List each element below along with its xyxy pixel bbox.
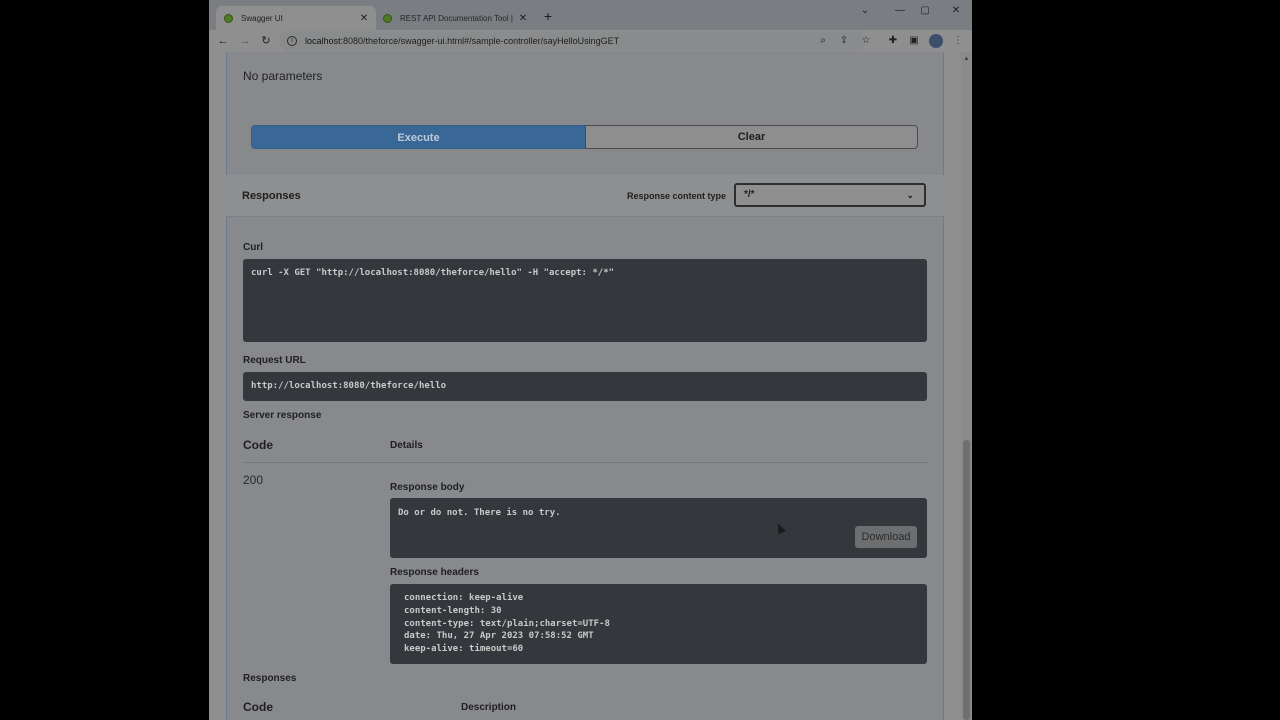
curl-label: Curl — [243, 242, 263, 253]
response-headers-label: Response headers — [390, 567, 479, 578]
response-body-text: Do or do not. There is no try. — [398, 508, 561, 518]
server-response-label: Server response — [243, 410, 322, 421]
menu-kebab-icon[interactable]: ⋮ — [950, 33, 966, 49]
divider — [243, 462, 927, 463]
minimize-icon[interactable]: — — [889, 3, 911, 19]
close-window-icon[interactable]: ✕ — [945, 3, 967, 19]
request-url-value: http://localhost:8080/theforce/hello — [251, 381, 447, 391]
status-code: 200 — [243, 473, 264, 487]
request-url-label: Request URL — [243, 355, 306, 366]
tab-title: REST API Documentation Tool | S — [400, 13, 515, 23]
profile-avatar-icon[interactable] — [929, 34, 943, 48]
curl-command: curl -X GET "http://localhost:8080/thefo… — [251, 268, 615, 278]
execute-button[interactable]: Execute — [251, 125, 586, 149]
share-icon[interactable]: ⇪ — [836, 33, 852, 49]
reload-icon[interactable]: ↻ — [257, 32, 275, 50]
response-body-block[interactable]: Do or do not. There is no try. Download — [390, 498, 927, 558]
zoom-icon[interactable]: ⌕ — [815, 33, 831, 49]
responses-section-label: Responses — [243, 673, 297, 684]
code-column-header: Code — [243, 438, 273, 452]
curl-code-block[interactable]: curl -X GET "http://localhost:8080/thefo… — [243, 259, 927, 342]
tab-swagger-ui[interactable]: Swagger UI ✕ — [216, 6, 376, 30]
swagger-favicon-icon — [383, 13, 392, 23]
code-column-header: Code — [243, 700, 273, 714]
browser-toolbar: ← → ↻ i localhost:8080/theforce/swagger-… — [209, 30, 972, 52]
download-button[interactable]: Download — [855, 526, 917, 548]
details-column-header: Details — [390, 440, 423, 451]
address-bar[interactable]: i localhost:8080/theforce/swagger-ui.htm… — [279, 31, 866, 51]
response-content-type-label: Response content type — [627, 191, 727, 201]
response-content-type-select[interactable]: */* ⌄ — [734, 183, 926, 207]
select-value: */* — [744, 189, 755, 200]
close-tab-icon[interactable]: ✕ — [356, 13, 372, 24]
forward-icon[interactable]: → — [236, 32, 254, 50]
bookmark-star-icon[interactable]: ☆ — [858, 33, 874, 49]
scrollbar-thumb[interactable] — [963, 440, 970, 720]
responses-title: Responses — [242, 190, 301, 202]
scroll-up-arrow-icon[interactable]: ▲ — [962, 56, 971, 64]
response-body-label: Response body — [390, 482, 465, 493]
clear-button[interactable]: Clear — [585, 125, 918, 149]
no-parameters-text: No parameters — [243, 69, 323, 83]
tab-rest-api-docs[interactable]: REST API Documentation Tool | S ✕ — [375, 6, 535, 30]
browser-window: Swagger UI ✕ REST API Documentation Tool… — [209, 0, 972, 720]
swagger-page: No parameters Execute Clear Responses Re… — [209, 52, 972, 720]
tab-strip: Swagger UI ✕ REST API Documentation Tool… — [209, 0, 972, 30]
description-column-header: Description — [461, 702, 517, 713]
info-icon[interactable]: i — [287, 36, 297, 46]
side-panel-icon[interactable]: ▣ — [906, 33, 922, 49]
request-url-block[interactable]: http://localhost:8080/theforce/hello — [243, 372, 927, 401]
new-tab-button[interactable]: + — [541, 8, 555, 24]
tab-title: Swagger UI — [241, 13, 283, 23]
extensions-puzzle-icon[interactable]: ✚ — [885, 33, 901, 49]
maximize-icon[interactable]: ▢ — [914, 3, 936, 19]
url-text[interactable]: localhost:8080/theforce/swagger-ui.html#… — [305, 36, 619, 46]
close-tab-icon[interactable]: ✕ — [515, 13, 531, 24]
back-icon[interactable]: ← — [214, 32, 232, 50]
swagger-favicon-icon — [224, 13, 233, 23]
responses-header: Responses Response content type */* ⌄ — [226, 175, 944, 217]
chevron-down-icon: ⌄ — [906, 190, 914, 200]
tab-search-icon[interactable]: ⌄ — [854, 3, 876, 19]
response-headers-block[interactable]: connection: keep-alive content-length: 3… — [390, 584, 927, 664]
